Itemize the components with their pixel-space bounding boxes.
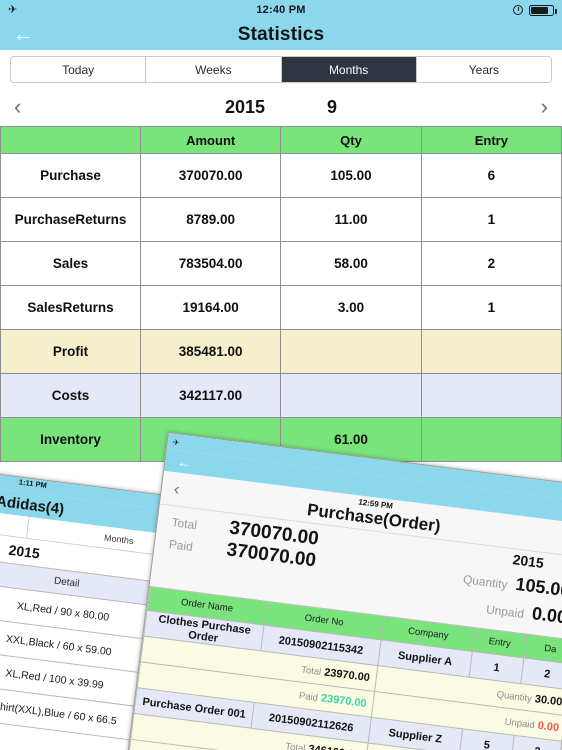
tab-weeks[interactable]: Weeks <box>146 57 282 82</box>
period-year: 2015 <box>224 96 266 117</box>
table-row[interactable]: SalesReturns 19164.00 3.00 1 <box>0 285 562 330</box>
po-order-unpaid-value: 0.00 <box>536 719 560 734</box>
row-entry <box>420 417 562 462</box>
tab-years[interactable]: Years <box>416 57 551 82</box>
rotation-lock-icon <box>513 5 523 15</box>
po-order-unpaid-label: Unpaid <box>504 716 536 731</box>
row-amount: 8789.00 <box>139 197 282 242</box>
row-label: PurchaseReturns <box>0 197 141 242</box>
po-unpaid-label: Unpaid <box>485 602 525 621</box>
po-order-total-value: 346100.00 <box>308 743 361 750</box>
row-entry: 1 <box>420 197 562 242</box>
po-year: 2015 <box>511 551 545 572</box>
row-amount: 783504.00 <box>139 241 282 286</box>
row-label: Purchase <box>0 153 141 198</box>
period-month: 9 <box>327 96 338 117</box>
col-header-entry: Entry <box>420 126 562 154</box>
row-amount: 342117.00 <box>139 373 282 418</box>
row-qty: 11.00 <box>280 197 422 242</box>
chevron-right-icon[interactable]: › <box>541 96 548 118</box>
period-values: 2015 9 <box>0 97 562 118</box>
po-paid-label: Paid <box>168 537 194 554</box>
po-order-paid-value: 23970.00 <box>320 691 368 710</box>
po-order-quantity-value: 30.00 <box>534 692 562 708</box>
po-unpaid-row: Unpaid 0.00 <box>459 594 562 628</box>
row-label: Costs <box>0 373 141 418</box>
table-row[interactable]: Sales 783504.00 58.00 2 <box>0 241 562 286</box>
row-entry: 2 <box>420 241 562 286</box>
row-label: SalesReturns <box>0 285 141 330</box>
po-summary-right: 2015 9 Quantity 105.00 Unpaid 0.00 <box>459 545 562 628</box>
status-bar-time: 12:40 PM <box>256 4 306 16</box>
table-row[interactable]: Purchase 370070.00 105.00 6 <box>0 153 562 198</box>
row-qty <box>280 373 422 418</box>
po-order-paid-label: Paid <box>298 690 319 704</box>
segmented-control-wrap: Today Weeks Months Years <box>0 50 562 88</box>
po-order-total-value: 23970.00 <box>323 666 371 684</box>
row-label: Profit <box>0 329 141 374</box>
row-qty: 58.00 <box>280 241 422 286</box>
table-row-costs[interactable]: Costs 342117.00 <box>0 373 562 418</box>
airplane-icon: ✈ <box>172 437 181 447</box>
nav-bar: ← Statistics <box>0 20 562 50</box>
table-row-profit[interactable]: Profit 385481.00 <box>0 329 562 374</box>
table-header-row: Amount Qty Entry <box>0 126 562 154</box>
row-entry: 6 <box>420 153 562 198</box>
statistics-table: Amount Qty Entry Purchase 370070.00 105.… <box>0 126 562 462</box>
col-header-amount: Amount <box>139 126 282 154</box>
row-amount: 385481.00 <box>139 329 282 374</box>
row-entry <box>420 373 562 418</box>
chevron-left-icon[interactable]: ‹ <box>14 96 21 118</box>
row-entry: 1 <box>420 285 562 330</box>
battery-icon <box>529 4 557 16</box>
table-row[interactable]: PurchaseReturns 8789.00 11.00 1 <box>0 197 562 242</box>
po-quantity-value: 105.00 <box>514 573 562 601</box>
back-arrow-icon[interactable]: ← <box>176 453 192 471</box>
period-segmented-control[interactable]: Today Weeks Months Years <box>10 56 552 83</box>
row-amount: 370070.00 <box>139 153 282 198</box>
col-header-blank <box>0 126 141 154</box>
row-entry <box>420 329 562 374</box>
row-qty: 3.00 <box>280 285 422 330</box>
purchase-order-overlay-card[interactable]: ✈ ← ‹ 12:59 PM Purchase(Order) Total 370… <box>125 432 562 750</box>
col-header-qty: Qty <box>280 126 422 154</box>
row-qty: 105.00 <box>280 153 422 198</box>
po-unpaid-value: 0.00 <box>530 603 562 628</box>
tab-months[interactable]: Months <box>281 57 417 82</box>
po-order-total-label: Total <box>300 664 322 678</box>
row-label: Sales <box>0 241 141 286</box>
app-screen: ✈ 12:40 PM ← Statistics Today Weeks Mont… <box>0 0 562 750</box>
po-order-quantity-label: Quantity <box>496 688 533 705</box>
po-order-total-label: Total <box>284 740 307 750</box>
tab-today[interactable]: Today <box>11 57 147 82</box>
status-bar: ✈ 12:40 PM <box>0 0 562 20</box>
row-amount: 19164.00 <box>139 285 282 330</box>
row-qty <box>280 329 422 374</box>
period-selector: ‹ 2015 9 › <box>0 88 562 126</box>
row-label: Inventory <box>0 417 141 462</box>
po-quantity-label: Quantity <box>462 572 509 592</box>
page-title: Statistics <box>237 24 325 45</box>
status-bar-right <box>513 4 557 16</box>
